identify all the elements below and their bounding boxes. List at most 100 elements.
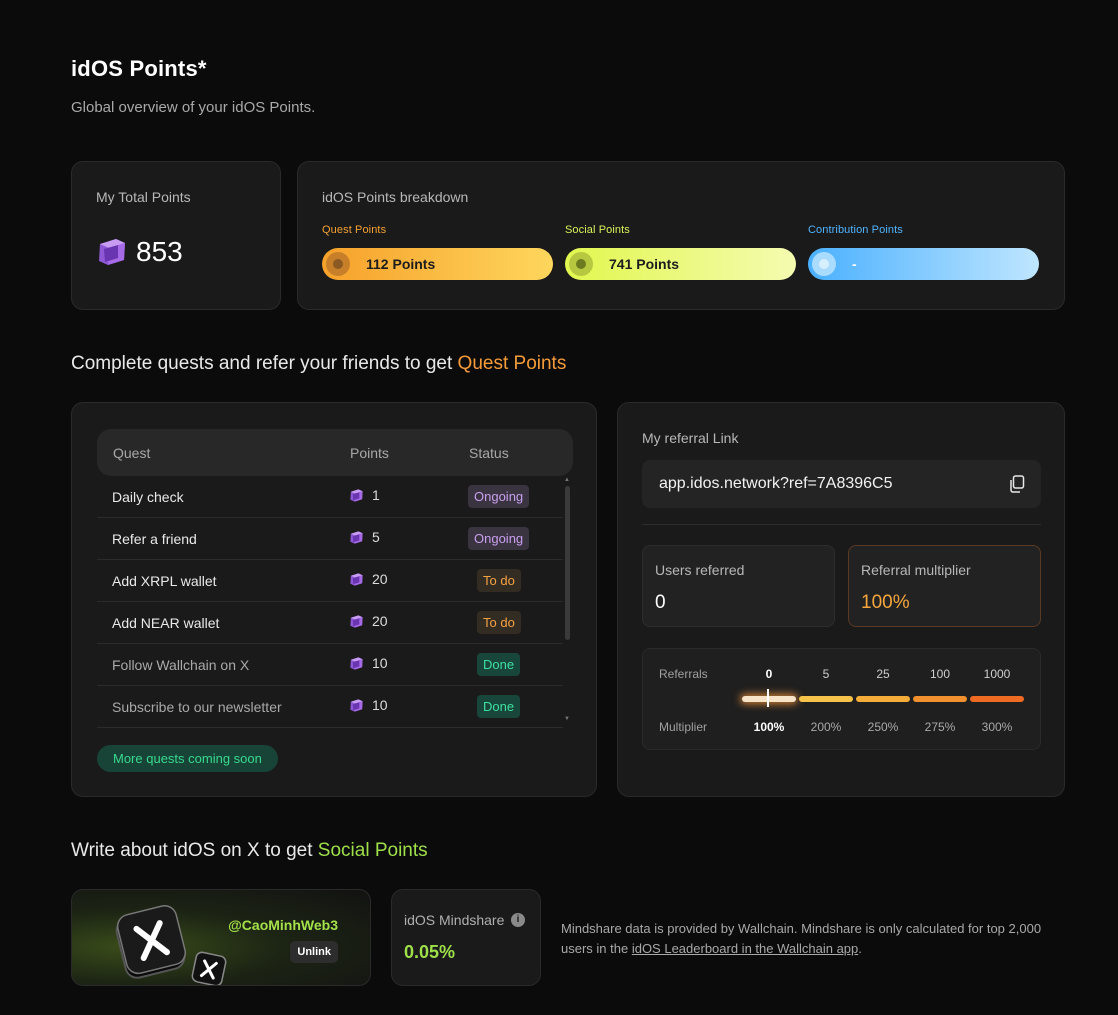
points-cube-icon (349, 698, 364, 713)
tier-bar (913, 696, 967, 702)
x-logo-3d-icon (115, 905, 187, 979)
x-account-card: @CaoMinhWeb3 Unlink (71, 889, 371, 986)
quest-dot-icon (326, 252, 350, 276)
quest-status-badge: Done (477, 653, 521, 676)
quest-row: Daily check 1 Ongoing (97, 476, 563, 518)
quests-card: Quest Points Status Daily check 1 Ongoing R… (71, 402, 597, 797)
copy-icon[interactable] (1009, 475, 1025, 493)
more-quests-badge: More quests coming soon (97, 745, 278, 772)
quest-name: Refer a friend (112, 531, 197, 547)
page-subtitle: Global overview of your idOS Points. (71, 99, 316, 116)
x-logo-small-icon (191, 951, 227, 985)
users-referred-value: 0 (655, 592, 666, 613)
social-dot-icon (569, 252, 593, 276)
x-handle: @CaoMinhWeb3 (228, 917, 338, 933)
quest-points: 10 (349, 697, 388, 713)
tier-multiplier: 275% (924, 720, 956, 734)
quest-points-value: 10 (372, 655, 388, 671)
referral-link-text: app.idos.network?ref=7A8396C5 (659, 475, 893, 492)
contribution-points-value: - (852, 256, 857, 272)
points-column-header: Points (350, 445, 389, 461)
quest-points: 20 (349, 571, 388, 587)
social-points-label: Social Points (565, 224, 630, 236)
points-cube-icon (349, 572, 364, 587)
mindshare-value: 0.05% (404, 942, 456, 962)
users-referred-stat: Users referred 0 (642, 545, 835, 627)
quest-points: 10 (349, 655, 388, 671)
total-points-card: My Total Points 853 (71, 161, 281, 310)
quest-points-value: 112 Points (366, 256, 436, 272)
contribution-dot-icon (812, 252, 836, 276)
tier-bar (856, 696, 910, 702)
multiplier-tier-table: Referrals Multiplier 0 100% 5 200% 25 250% 100… (642, 648, 1041, 750)
mindshare-note: Mindshare data is provided by Wallchain.… (561, 921, 1042, 956)
current-tier-marker (767, 689, 769, 707)
breakdown-label: idOS Points breakdown (322, 189, 469, 205)
tier-bar (970, 696, 1024, 702)
quest-row: Add NEAR wallet 20 To do (97, 602, 563, 644)
quest-row: Refer a friend 5 Ongoing (97, 518, 563, 560)
tier-multiplier: 300% (981, 720, 1013, 734)
referral-multiplier-stat: Referral multiplier 100% (848, 545, 1041, 627)
unlink-button[interactable]: Unlink (290, 941, 338, 963)
quest-status-badge: Ongoing (468, 527, 530, 550)
referral-link-field[interactable]: app.idos.network?ref=7A8396C5 (642, 460, 1041, 508)
quest-name: Add NEAR wallet (112, 615, 220, 631)
quest-points: 20 (349, 613, 388, 629)
social-points-pill: 741 Points (565, 248, 796, 280)
quest-row: Subscribe to our newsletter 10 Done (97, 686, 563, 728)
referral-multiplier-label: Referral multiplier (861, 562, 971, 578)
referrals-row-label: Referrals (659, 667, 708, 681)
quest-name: Follow Wallchain on X (112, 657, 250, 673)
points-breakdown-card: idOS Points breakdown Quest Points 112 P… (297, 161, 1065, 310)
quest-status-badge: To do (477, 611, 521, 634)
total-points-value: 853 (136, 236, 183, 267)
scroll-up-arrow-icon[interactable]: ▲ (564, 477, 570, 483)
quest-points-label: Quest Points (322, 224, 387, 236)
tier-referrals: 0 (765, 667, 773, 681)
social-points-accent: Social Points (317, 840, 428, 861)
quest-table-header: Quest Points Status (97, 429, 573, 476)
tier-multiplier: 200% (810, 720, 842, 734)
mindshare-card: idOS Mindshare i 0.05% (391, 889, 541, 986)
tier-multiplier: 100% (753, 720, 785, 734)
quest-status-badge: Done (477, 695, 521, 718)
quest-name: Add XRPL wallet (112, 573, 217, 589)
contribution-points-pill: - (808, 248, 1039, 280)
referral-multiplier-value: 100% (861, 592, 910, 613)
quest-points-value: 5 (372, 529, 380, 545)
quest-points-accent: Quest Points (457, 353, 567, 374)
page-title: idOS Points* (71, 56, 207, 81)
quest-points: 1 (349, 487, 380, 503)
scroll-down-arrow-icon[interactable]: ▼ (564, 716, 570, 722)
points-cube-icon (349, 614, 364, 629)
tier-referrals: 25 (876, 667, 890, 681)
status-column-header: Status (469, 445, 509, 461)
quest-name: Subscribe to our newsletter (112, 699, 282, 715)
leaderboard-link[interactable]: idOS Leaderboard in the Wallchain app (632, 941, 858, 956)
points-cube-icon (349, 488, 364, 503)
quest-list-scrollbar[interactable] (565, 486, 570, 640)
quest-status-badge: Ongoing (468, 485, 530, 508)
users-referred-label: Users referred (655, 562, 745, 578)
info-icon[interactable]: i (511, 913, 525, 927)
quest-points-value: 10 (372, 697, 388, 713)
tier-referrals: 100 (929, 667, 951, 681)
total-points-label: My Total Points (96, 189, 191, 205)
referral-card: My referral Link app.idos.network?ref=7A… (617, 402, 1065, 797)
contribution-points-segment: Contribution Points - (808, 224, 1039, 280)
tier-multiplier: 250% (867, 720, 899, 734)
points-cube-icon (349, 530, 364, 545)
quest-points-value: 1 (372, 487, 380, 503)
quest-points-value: 20 (372, 571, 388, 587)
quest-points-pill: 112 Points (322, 248, 553, 280)
quest-status-badge: To do (477, 569, 521, 592)
referral-divider (642, 524, 1041, 525)
points-cube-icon (349, 656, 364, 671)
mindshare-label: idOS Mindshare (404, 912, 505, 928)
tier-referrals: 5 (822, 667, 830, 681)
social-points-value: 741 Points (609, 256, 680, 272)
quest-row: Follow Wallchain on X 10 Done (97, 644, 563, 686)
quest-name: Daily check (112, 489, 184, 505)
referral-link-label: My referral Link (642, 430, 739, 446)
